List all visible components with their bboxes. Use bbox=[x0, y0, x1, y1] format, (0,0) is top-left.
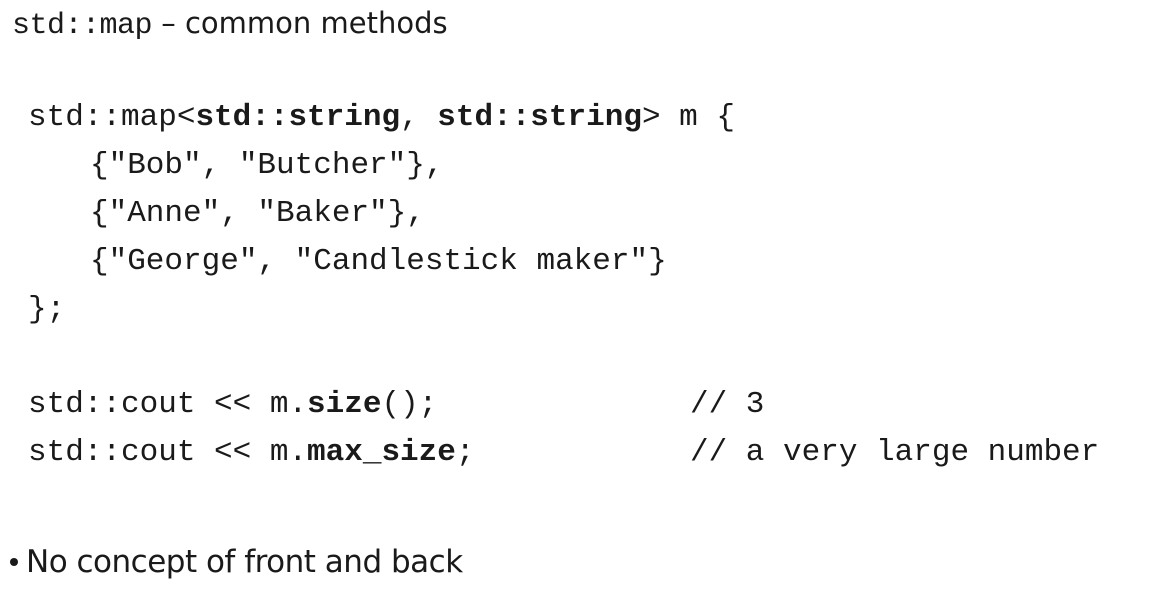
decl-suffix: > m { bbox=[641, 100, 735, 135]
max-size-suffix: ; bbox=[455, 435, 475, 470]
code-line-declaration: std::map<std::string, std::string> m { bbox=[28, 98, 735, 138]
size-method: size bbox=[307, 387, 382, 422]
code-comment-max-size: // a very large number bbox=[690, 435, 1100, 470]
decl-sep: , bbox=[400, 100, 438, 135]
code-comment-size: // 3 bbox=[690, 387, 765, 422]
code-line-entry: {"Anne", "Baker"}, bbox=[90, 196, 425, 231]
code-line-max-size: std::cout << m.max_size; bbox=[28, 433, 474, 473]
bullet-dot-icon bbox=[10, 557, 18, 566]
decl-arg1: std::string bbox=[195, 100, 401, 135]
max-size-prefix: std::cout << m. bbox=[28, 435, 308, 470]
size-prefix: std::cout << m. bbox=[28, 387, 308, 422]
title-text: – common methods bbox=[152, 6, 448, 40]
decl-arg2: std::string bbox=[437, 100, 642, 135]
bullet-item: No concept of front and back bbox=[10, 540, 463, 584]
code-line-size: std::cout << m.size(); bbox=[28, 385, 437, 425]
slide-title: std::map – common methods bbox=[12, 0, 448, 46]
code-line-entry: {"George", "Candlestick maker"} bbox=[90, 244, 667, 279]
size-suffix: (); bbox=[381, 387, 438, 422]
decl-prefix: std::map< bbox=[28, 100, 196, 135]
title-code: std::map bbox=[12, 9, 153, 43]
max-size-method: max_size bbox=[307, 435, 456, 470]
bullet-text: No concept of front and back bbox=[26, 544, 463, 580]
code-line-closing: }; bbox=[28, 292, 66, 327]
code-line-entry: {"Bob", "Butcher"}, bbox=[90, 148, 444, 183]
